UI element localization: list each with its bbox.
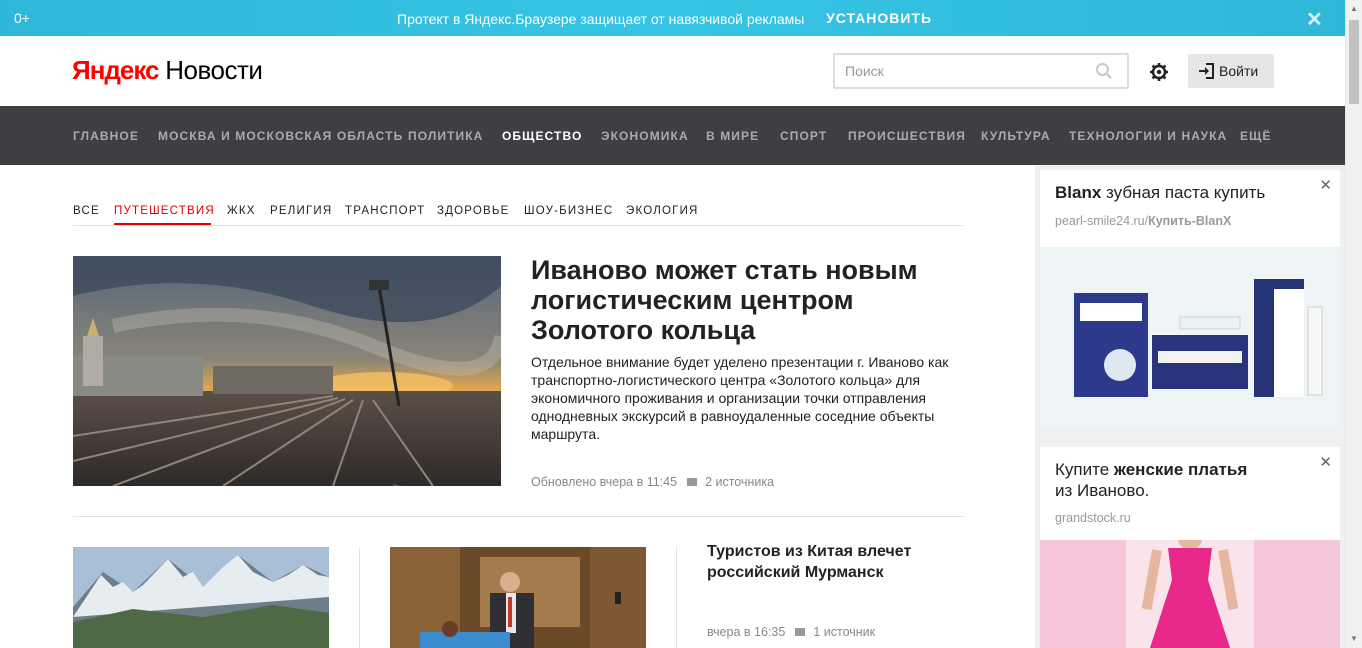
tab-transport[interactable]: ТРАНСПОРТ xyxy=(345,205,425,217)
ad-title-pre: Купите xyxy=(1055,460,1114,479)
gear-icon[interactable] xyxy=(1148,61,1170,83)
login-label: Войти xyxy=(1219,63,1259,79)
tab-zhkh[interactable]: ЖКХ xyxy=(227,205,256,217)
main-nav: ГЛАВНОЕ МОСКВА И МОСКОВСКАЯ ОБЛАСТЬ ПОЛИ… xyxy=(0,106,1345,165)
scrollbar-thumb[interactable] xyxy=(1349,20,1359,104)
nav-item-sport[interactable]: СПОРТ xyxy=(780,129,827,143)
logo-brand: Яндекс xyxy=(72,55,159,85)
tab-showbiz[interactable]: ШОУ-БИЗНЕС xyxy=(524,205,613,217)
nav-item-world[interactable]: В МИРЕ xyxy=(706,129,759,143)
search-input[interactable] xyxy=(835,55,1085,87)
scroll-up-icon[interactable]: ▲ xyxy=(1350,4,1358,13)
tab-religion[interactable]: РЕЛИГИЯ xyxy=(270,205,332,217)
nav-item-incidents[interactable]: ПРОИСШЕСТВИЯ xyxy=(848,129,966,143)
ad-title-brand: Blanx xyxy=(1055,183,1102,202)
ad-blanx[interactable]: ✕ Blanx зубная паста купить pearl-smile2… xyxy=(1040,170,1340,427)
logo[interactable]: Яндекс Новости xyxy=(72,55,263,86)
ad-title-bold: женские платья xyxy=(1113,460,1248,479)
card-3-meta: вчера в 16:35 1 источник xyxy=(707,625,875,639)
ad-title[interactable]: Купите женские платья из Иваново. xyxy=(1055,459,1315,501)
ad-domain[interactable]: pearl-smile24.ru/Купить-BlanX xyxy=(1055,214,1231,228)
lead-story-title[interactable]: Иваново может стать новым логистическим … xyxy=(531,255,961,345)
login-button[interactable]: Войти xyxy=(1188,54,1274,88)
card-1-image[interactable] xyxy=(73,547,329,648)
nav-item-tech[interactable]: ТЕХНОЛОГИИ И НАУКА xyxy=(1069,129,1227,143)
card-separator xyxy=(676,547,677,648)
nav-item-economy[interactable]: ЭКОНОМИКА xyxy=(601,129,689,143)
nav-item-glavnoe[interactable]: ГЛАВНОЕ xyxy=(73,129,139,143)
ad-close-icon[interactable]: ✕ xyxy=(1319,453,1332,471)
ad-domain-path: Купить-BlanX xyxy=(1148,214,1232,228)
lead-story-meta: Обновлено вчера в 11:45 2 источника xyxy=(531,475,774,489)
card-separator xyxy=(359,547,360,648)
nav-item-politics[interactable]: ПОЛИТИКА xyxy=(408,129,483,143)
card-2-image[interactable] xyxy=(390,547,646,648)
nav-item-more[interactable]: ЕЩЁ xyxy=(1240,129,1272,143)
divider xyxy=(73,516,963,517)
card-3-time: вчера в 16:35 xyxy=(707,625,786,639)
search-box xyxy=(833,53,1129,89)
tab-all[interactable]: ВСЕ xyxy=(73,205,100,217)
card-3-sources-link[interactable]: 1 источник xyxy=(813,625,875,639)
card-3-title[interactable]: Туристов из Китая влечет российский Мурм… xyxy=(707,541,937,583)
lead-updated: Обновлено вчера в 11:45 xyxy=(531,475,678,489)
ad-dress-image xyxy=(1040,540,1340,648)
nav-item-culture[interactable]: КУЛЬТУРА xyxy=(981,129,1051,143)
promo-message: Протект в Яндекс.Браузере защищает от на… xyxy=(397,11,805,27)
site-header: Яндекс Новости Войти xyxy=(0,36,1345,106)
install-button[interactable]: УСТАНОВИТЬ xyxy=(826,10,932,26)
logo-service: Новости xyxy=(165,55,263,85)
tab-ecology[interactable]: ЭКОЛОГИЯ xyxy=(626,205,699,217)
nav-item-society[interactable]: ОБЩЕСТВО xyxy=(502,129,582,143)
promo-banner: 0+ Протект в Яндекс.Браузере защищает от… xyxy=(0,0,1345,36)
ad-dresses[interactable]: ✕ Купите женские платья из Иваново. grand… xyxy=(1040,447,1340,648)
page-scrollbar[interactable]: ▲ ▼ xyxy=(1345,0,1362,648)
lead-sources-link[interactable]: 2 источника xyxy=(705,475,774,489)
scroll-down-icon[interactable]: ▼ xyxy=(1350,634,1358,643)
ad-domain-host: pearl-smile24.ru/ xyxy=(1055,214,1149,228)
divider xyxy=(73,225,963,226)
ad-domain[interactable]: grandstock.ru xyxy=(1055,511,1131,525)
ad-close-icon[interactable]: ✕ xyxy=(1319,176,1332,194)
nav-item-moscow[interactable]: МОСКВА И МОСКОВСКАЯ ОБЛАСТЬ xyxy=(158,129,403,143)
ad-title-post: из Иваново. xyxy=(1055,481,1150,500)
age-rating-label: 0+ xyxy=(14,10,30,26)
lead-story-image[interactable] xyxy=(73,256,501,486)
lead-story-text: Отдельное внимание будет уделено презент… xyxy=(531,354,949,442)
search-icon[interactable] xyxy=(1095,62,1113,80)
promo-close-icon[interactable]: ✕ xyxy=(1306,7,1323,32)
tab-travel[interactable]: ПУТЕШЕСТВИЯ xyxy=(114,205,215,217)
source-icon xyxy=(795,628,806,636)
ad-title[interactable]: Blanx зубная паста купить xyxy=(1055,182,1265,203)
source-icon xyxy=(687,478,698,486)
ad-product-image xyxy=(1040,247,1340,427)
tab-health[interactable]: ЗДОРОВЬЕ xyxy=(437,205,510,217)
login-icon xyxy=(1199,63,1214,79)
ad-title-text: зубная паста купить xyxy=(1101,183,1266,202)
